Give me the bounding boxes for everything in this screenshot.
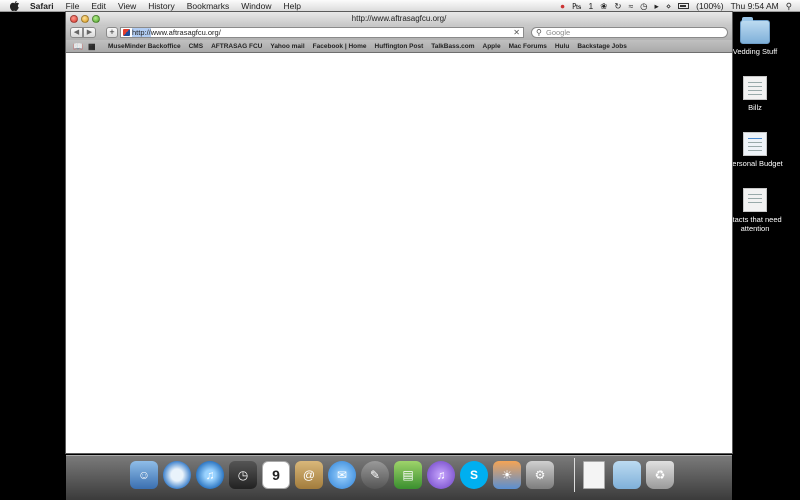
search-icon: ⚲ [536,28,542,37]
bookmark-item[interactable]: TalkBass.com [431,43,474,50]
growl-icon[interactable]: ❀ [600,0,607,12]
bookmark-item[interactable]: Huffington Post [375,43,424,50]
bluetooth-icon[interactable]: ⋄ [666,0,671,12]
status-count[interactable]: 1 [588,0,593,12]
bookmark-item[interactable]: Facebook | Home [313,43,367,50]
add-bookmark-button[interactable]: + [106,27,118,38]
menu-file[interactable]: File [66,1,80,11]
browser-window: http://www.aftrasagfcu.org/ ◀ ▶ + http:/… [65,11,733,454]
minimize-icon[interactable] [81,15,89,23]
bookmark-item[interactable]: Hulu [555,43,569,50]
top-sites-grid-icon[interactable]: ▦ [88,42,98,51]
status-app-icon[interactable]: ● [560,0,565,12]
web-content-area[interactable] [66,53,732,453]
search-placeholder: Google [546,28,571,37]
menu-bookmarks[interactable]: Bookmarks [187,1,230,11]
menu-extras: ● ₧ 1 ❀ ↻ ≈ ◷ ▸ ⋄ (100%) Thu 9:54 AM ⚲ [560,0,800,12]
plus-icon: + [109,27,115,37]
book-icon[interactable]: 📖 [73,42,83,51]
folder-icon[interactable] [613,461,641,489]
itunes-icon[interactable]: ♫ [196,461,224,489]
skype-icon[interactable]: S [460,461,488,489]
clock[interactable]: Thu 9:54 AM [731,0,779,12]
ichat-icon[interactable]: ✉ [328,461,356,489]
window-titlebar[interactable]: http://www.aftrasagfcu.org/ [66,12,732,26]
address-selected-text: http:// [132,28,151,37]
time-machine-icon[interactable]: ◷ [229,461,257,489]
volume-icon[interactable]: ▸ [655,0,659,12]
spreadsheet-icon [743,132,767,156]
address-bar[interactable]: http://www.aftrasagfcu.org/ ✕ [120,27,524,38]
bookmark-item[interactable]: MuseMinder Backoffice [108,43,181,50]
pages-document-icon [743,188,767,212]
sync-icon[interactable]: ↻ [614,0,621,12]
adobe-icon[interactable]: ₧ [572,0,581,12]
address-text: www.aftrasagfcu.org/ [150,28,221,37]
folder-icon [740,17,770,44]
numbers-icon[interactable]: ▤ [394,461,422,489]
system-preferences-icon[interactable]: ⚙ [526,461,554,489]
bookmark-item[interactable]: CMS [189,43,203,50]
time-machine-menu-icon[interactable]: ◷ [640,0,647,12]
scripting-icon[interactable]: ✎ [361,461,389,489]
itunes-store-icon[interactable]: ♫ [427,461,455,489]
window-title: http://www.aftrasagfcu.org/ [351,14,447,23]
calendar-day: 9 [272,467,280,483]
iphoto-icon[interactable]: ☀ [493,461,521,489]
spotlight-icon[interactable]: ⚲ [786,0,792,12]
menu-view[interactable]: View [118,1,136,11]
dock-separator [574,458,575,492]
search-field[interactable]: ⚲ Google [531,27,728,38]
battery-icon[interactable] [678,2,690,9]
menu-history[interactable]: History [148,1,174,11]
safari-icon[interactable] [163,461,191,489]
clear-icon[interactable]: ✕ [513,28,520,37]
forward-button[interactable]: ▶ [83,27,96,38]
address-book-icon[interactable]: @ [295,461,323,489]
bookmark-item[interactable]: Mac Forums [509,43,547,50]
menu-edit[interactable]: Edit [91,1,106,11]
trash-icon[interactable]: ♻ [646,461,674,489]
document-icon [743,76,767,100]
bookmarks-bar: 📖 ▦ MuseMinder Backoffice CMS AFTRASAG F… [66,40,732,53]
menu-window[interactable]: Window [241,1,271,11]
arrow-left-icon: ◀ [73,29,80,36]
browser-toolbar: ◀ ▶ + http://www.aftrasagfcu.org/ ✕ ⚲ Go… [66,26,732,40]
bookmark-item[interactable]: Yahoo mail [270,43,304,50]
bookmark-item[interactable]: Apple [483,43,501,50]
calendar-icon[interactable]: 9 [262,461,290,489]
close-icon[interactable] [70,15,78,23]
bookmark-item[interactable]: Backstage Jobs [577,43,627,50]
site-favicon-icon [123,29,130,36]
wifi-icon[interactable]: ≈ [628,0,633,12]
finder-icon[interactable]: ☺ [130,461,158,489]
menu-help[interactable]: Help [283,1,300,11]
bookmark-item[interactable]: AFTRASAG FCU [211,43,262,50]
zoom-icon[interactable] [92,15,100,23]
battery-percent[interactable]: (100%) [696,0,723,12]
menu-app-name[interactable]: Safari [30,1,54,11]
apple-menu-icon[interactable] [10,0,20,11]
arrow-right-icon: ▶ [86,29,93,36]
document-icon[interactable] [583,461,605,489]
back-button[interactable]: ◀ [70,27,83,38]
